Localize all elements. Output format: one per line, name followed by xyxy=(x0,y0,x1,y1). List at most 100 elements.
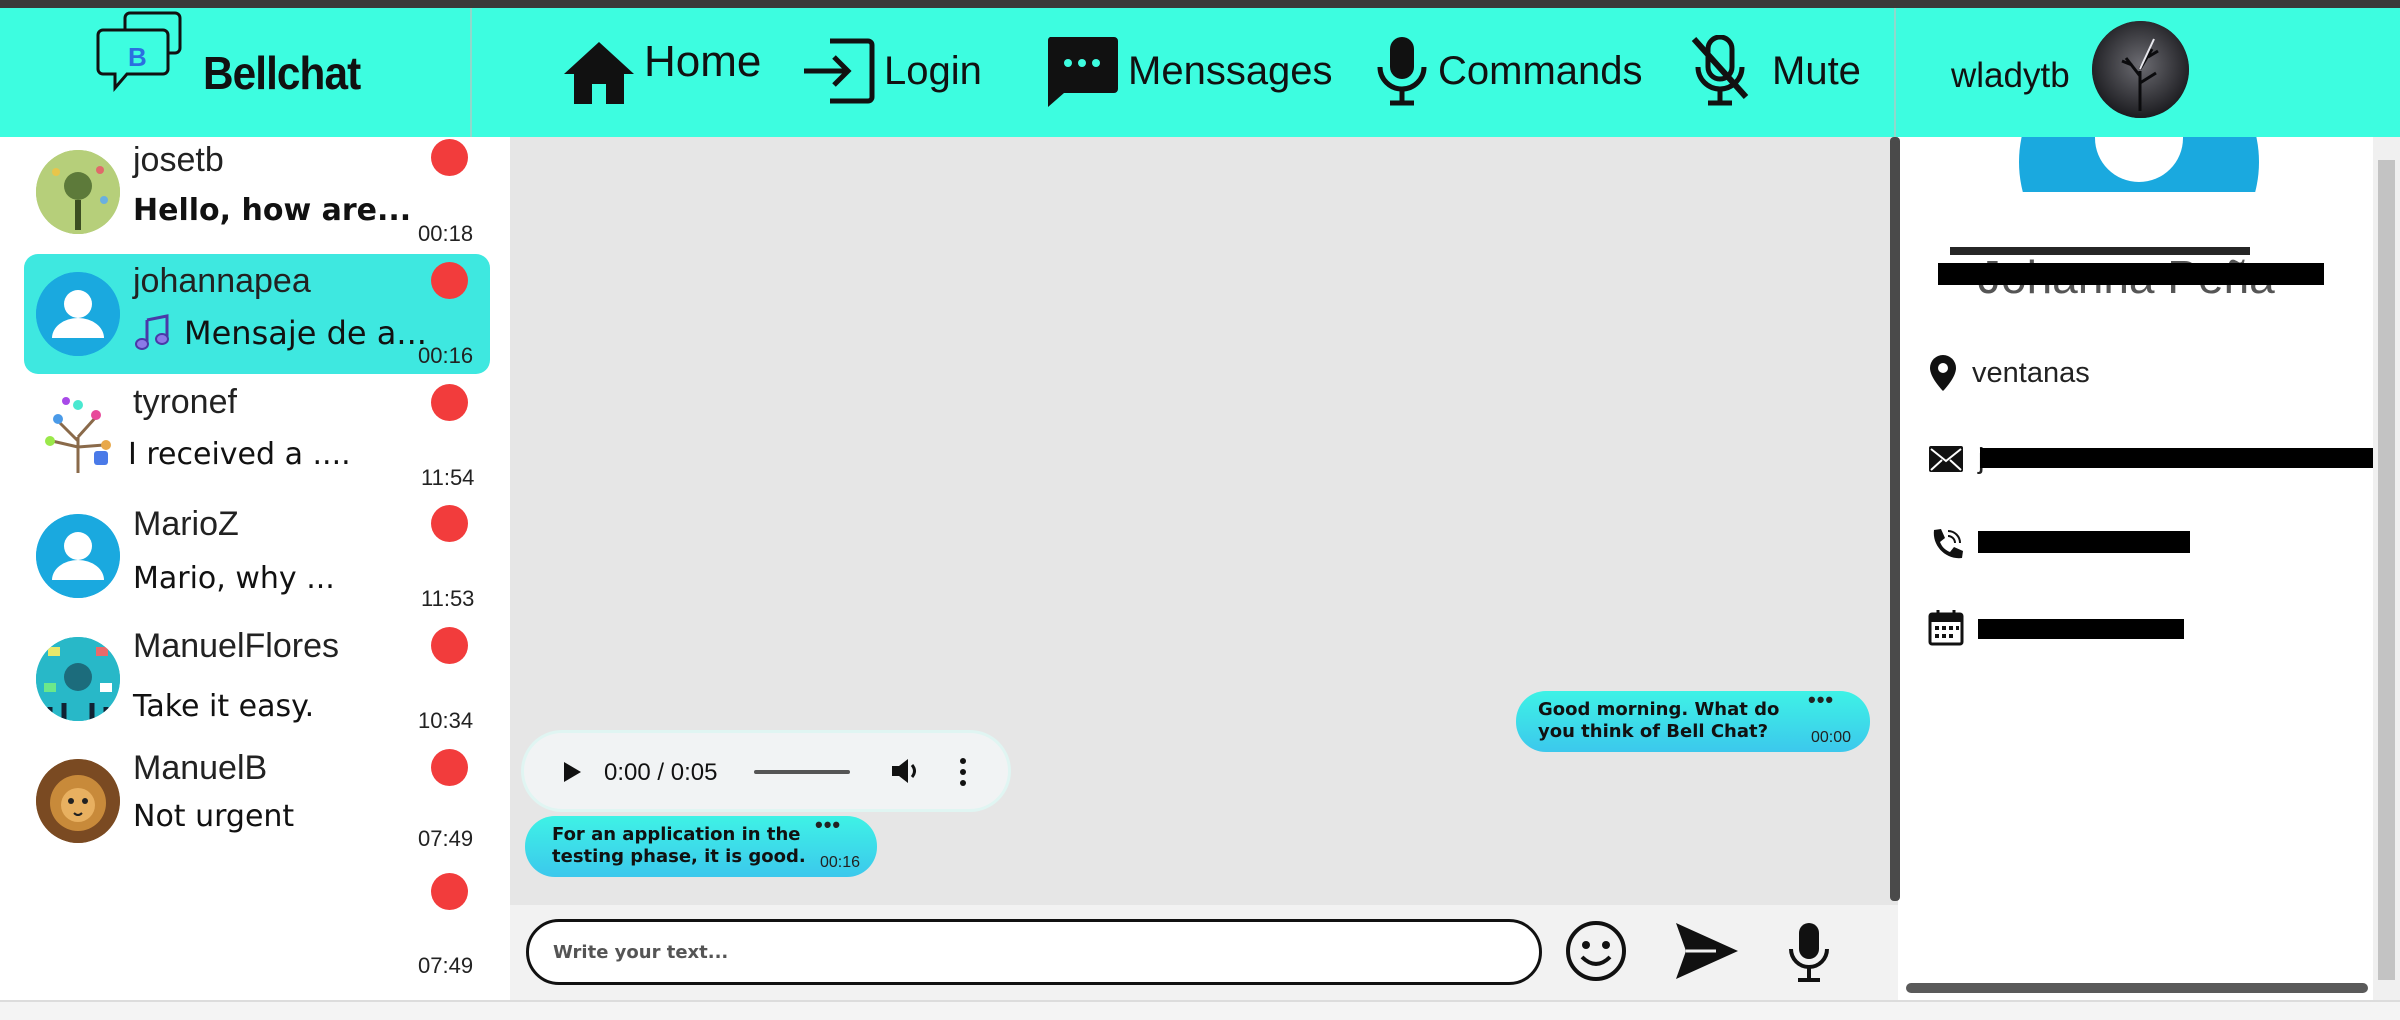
contact-item[interactable]: tyronef I received a .... 11:54 xyxy=(24,381,490,501)
profile-location-row: ventanas xyxy=(1928,351,2090,395)
brand[interactable]: B Bellchat xyxy=(0,8,472,137)
unread-indicator xyxy=(431,749,468,786)
current-user[interactable]: wladytb xyxy=(1894,8,2400,137)
message-time: 00:00 xyxy=(1811,729,1852,746)
send-icon[interactable] xyxy=(1674,921,1740,981)
nav-mute[interactable]: Mute xyxy=(1690,26,1861,116)
nav-home-label: Home xyxy=(644,37,762,86)
bellchat-logo-icon: B xyxy=(96,11,182,93)
microphone-icon[interactable] xyxy=(1786,921,1832,983)
contact-name: ManuelB xyxy=(133,749,268,787)
contact-avatar xyxy=(36,150,120,234)
current-user-name: wladytb xyxy=(1951,56,2070,95)
svg-text:B: B xyxy=(128,42,147,72)
contact-time: 00:16 xyxy=(418,343,474,368)
profile-horizontal-scrollbar[interactable] xyxy=(1906,983,2368,993)
contact-item[interactable]: josetb Hello, how are... 00:18 xyxy=(24,137,490,257)
contact-time: 11:54 xyxy=(421,465,475,490)
message-text: Good morning. What do you think of Bell … xyxy=(1538,699,1780,742)
contact-profile-panel: Johanna Peña ventanas j xyxy=(1904,137,2400,1000)
nav-messages[interactable]: Menssages xyxy=(1044,26,1333,116)
message-bubble-outgoing[interactable]: Good morning. What do you think of Bell … xyxy=(1516,687,1870,752)
contact-name: tyronef xyxy=(133,383,237,421)
profile-phone-row xyxy=(1928,523,1978,567)
main-nav: Home Login Menssages Commands Mute xyxy=(474,8,1894,137)
default-user-avatar-icon xyxy=(2019,137,2259,192)
app-name: Bellchat xyxy=(203,47,361,99)
contact-name: MarioZ xyxy=(133,505,239,543)
contact-time: 11:53 xyxy=(421,586,475,611)
contact-last-message: Mensaje de a... xyxy=(184,314,427,352)
contact-time: 07:49 xyxy=(418,953,474,978)
chat-scrollbar[interactable] xyxy=(1890,137,1900,901)
tree-silhouette-avatar-icon xyxy=(2092,21,2189,118)
plant-avatar-icon xyxy=(36,150,120,234)
play-icon[interactable] xyxy=(562,761,582,783)
message-options-icon[interactable]: ••• xyxy=(1808,687,1834,713)
message-composer xyxy=(510,905,1898,1000)
contact-time: 07:49 xyxy=(418,826,474,851)
message-options-icon[interactable]: ••• xyxy=(815,812,841,838)
nav-commands-label: Commands xyxy=(1438,48,1643,93)
unread-indicator xyxy=(431,262,468,299)
nav-messages-label: Menssages xyxy=(1128,48,1333,93)
profile-location: ventanas xyxy=(1972,356,2090,389)
people-network-avatar-icon xyxy=(36,637,120,721)
contact-avatar xyxy=(36,637,120,721)
contact-last-message: Hello, how are... xyxy=(133,193,412,228)
contact-avatar xyxy=(36,514,120,598)
contact-item[interactable]: ManuelFlores Take it easy. 10:34 xyxy=(24,625,490,745)
app-header: B Bellchat Home Login Menssages Commands… xyxy=(0,8,2400,137)
contact-name: josetb xyxy=(133,141,224,179)
contact-avatar xyxy=(36,272,120,356)
contact-name: johannapea xyxy=(133,262,311,300)
nav-home[interactable]: Home xyxy=(562,28,761,118)
microphone-icon xyxy=(1377,37,1427,106)
default-user-avatar-icon xyxy=(36,272,120,356)
messages-icon xyxy=(1047,37,1118,107)
contact-item-active[interactable]: johannapea Mensaje de a... 00:16 xyxy=(24,254,490,374)
profile-email-row: j xyxy=(1928,437,1984,481)
message-time: 00:16 xyxy=(820,854,861,871)
window-top-border xyxy=(0,0,2400,8)
message-bubble-incoming[interactable]: For an application in the testing phase,… xyxy=(525,812,877,877)
redaction-bar xyxy=(1980,448,2400,468)
contact-last-message: Mario, why ... xyxy=(133,561,335,596)
login-icon xyxy=(804,38,875,104)
contact-time: 10:34 xyxy=(418,708,474,733)
calendar-icon xyxy=(1928,610,1964,646)
profile-date-row xyxy=(1928,605,1978,649)
redaction-bar xyxy=(1978,531,2190,553)
volume-icon[interactable] xyxy=(890,757,920,785)
lion-avatar-icon xyxy=(36,759,120,843)
default-user-avatar-icon xyxy=(36,514,120,598)
contact-last-message: Take it easy. xyxy=(133,689,315,724)
contact-item[interactable]: MarioZ Mario, why ... 11:53 xyxy=(24,503,490,623)
mic-off-icon xyxy=(1691,35,1749,106)
redaction-bar xyxy=(1950,247,2250,255)
contact-last-message: I received a .... xyxy=(128,437,351,472)
redaction-bar xyxy=(1938,263,2324,285)
contact-time: 00:18 xyxy=(418,221,474,246)
more-vertical-icon[interactable] xyxy=(958,757,968,787)
smiley-icon[interactable] xyxy=(1564,919,1628,983)
audio-progress-track[interactable] xyxy=(754,770,850,774)
contact-list: josetb Hello, how are... 00:18 johannape… xyxy=(0,137,508,1000)
music-note-icon xyxy=(135,314,169,350)
unread-indicator xyxy=(431,384,468,421)
network-tree-avatar-icon xyxy=(45,397,111,473)
unread-indicator xyxy=(431,627,468,664)
redaction-bar xyxy=(1978,619,2184,639)
contact-avatar xyxy=(36,391,120,475)
email-icon xyxy=(1929,446,1963,472)
home-icon xyxy=(564,42,634,104)
contact-item[interactable]: 07:49 xyxy=(24,868,490,988)
nav-commands[interactable]: Commands xyxy=(1374,26,1643,116)
message-text: For an application in the testing phase,… xyxy=(552,824,806,867)
profile-scrollbar-thumb[interactable] xyxy=(2378,160,2395,980)
nav-login[interactable]: Login xyxy=(800,26,982,116)
contact-avatar xyxy=(36,759,120,843)
contact-item[interactable]: ManuelB Not urgent 07:49 xyxy=(24,747,490,867)
current-user-avatar[interactable] xyxy=(2092,21,2189,118)
message-input[interactable] xyxy=(526,919,1542,985)
